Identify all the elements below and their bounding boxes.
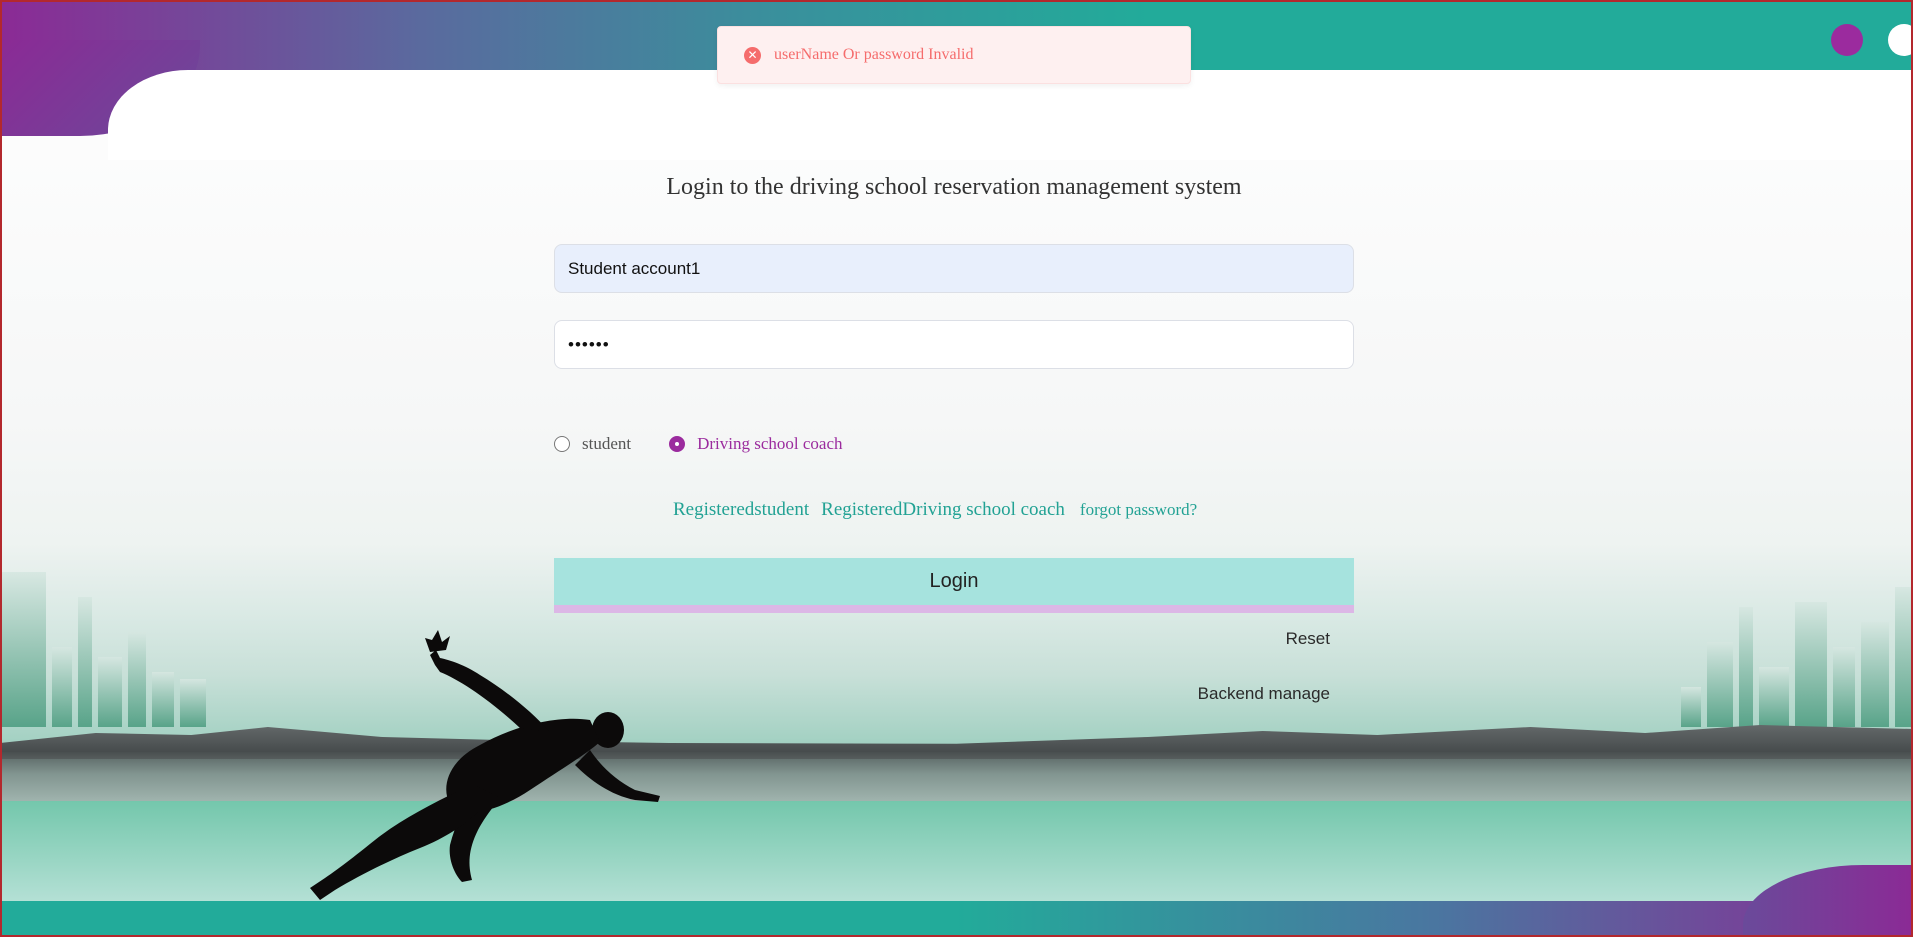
error-message-text: userName Or password Invalid (774, 46, 974, 63)
page-title: Login to the driving school reservation … (666, 174, 1242, 200)
error-message-toast: ✕ userName Or password Invalid (717, 26, 1191, 84)
auth-links: Registeredstudent RegisteredDriving scho… (673, 499, 1197, 521)
runner-silhouette (310, 630, 660, 900)
reset-button[interactable]: Reset (1286, 629, 1330, 649)
username-input[interactable] (554, 244, 1354, 293)
bottom-decor-band (0, 901, 1913, 937)
role-radio-coach-label[interactable]: Driving school coach (697, 434, 842, 454)
backend-manage-button[interactable]: Backend manage (1198, 684, 1330, 704)
water (0, 801, 1913, 901)
role-radio-coach[interactable]: Driving school coach (669, 434, 843, 454)
shoreline (0, 752, 1913, 807)
register-student-link[interactable]: Registeredstudent (673, 499, 809, 521)
role-radio-student[interactable]: student (554, 434, 631, 454)
password-input[interactable] (554, 320, 1354, 369)
decor-circle-purple (1831, 24, 1863, 56)
radio-checked-icon[interactable] (669, 436, 686, 452)
close-circle-icon: ✕ (744, 46, 761, 64)
register-coach-link[interactable]: RegisteredDriving school coach (821, 499, 1065, 521)
login-button[interactable]: Login (554, 558, 1354, 613)
city-skyline-left (0, 572, 206, 727)
role-radio-student-label[interactable]: student (582, 434, 631, 454)
decor-circle-white (1888, 24, 1913, 56)
radio-unchecked-icon[interactable] (554, 436, 570, 452)
forgot-password-link[interactable]: forgot password? (1080, 500, 1197, 520)
role-radio-group: student Driving school coach (554, 434, 843, 454)
city-skyline-right (1681, 587, 1913, 727)
